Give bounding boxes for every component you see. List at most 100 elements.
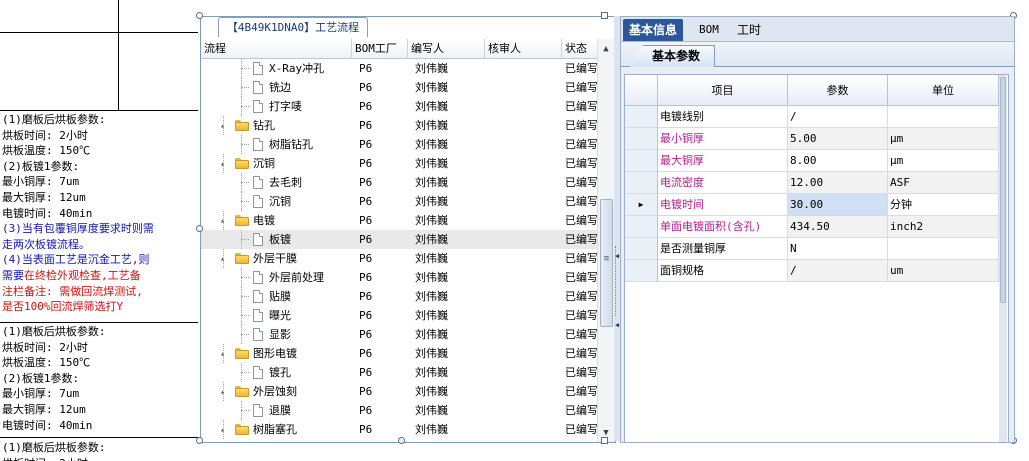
param-value-field[interactable]: 30.00 — [788, 194, 888, 216]
params-grid: 项目 参数 单位 电镀线别 / 最小铜厚 5.00 μm 最大铜厚 8.00 μm 电流密度 12… — [624, 74, 1009, 442]
grid-row[interactable]: 是否测量铜厚 N — [625, 238, 1008, 260]
tree-row[interactable]: 铣边 P6 刘伟巍 已编写 — [201, 78, 599, 97]
tree-row[interactable]: ▴ 电镀 P6 刘伟巍 已编写 — [201, 211, 599, 230]
cell-status: 已编写 — [565, 233, 597, 246]
scroll-up-icon[interactable]: ▲ — [598, 41, 614, 57]
collapse-toggle-icon[interactable]: ▴ — [219, 426, 226, 434]
tree-row[interactable]: 打字唛 P6 刘伟巍 已编写 — [201, 97, 599, 116]
grid-corner[interactable] — [625, 75, 658, 106]
tab-basic-params[interactable]: 基本参数 — [629, 45, 716, 67]
grid-row[interactable]: 单面电镀面积(含孔) 434.50 inch2 — [625, 216, 1008, 238]
tree-node-name: 树脂钻孔 — [269, 138, 313, 151]
resize-handle[interactable] — [196, 225, 203, 232]
grid-row[interactable]: 电流密度 12.00 ASF — [625, 172, 1008, 194]
tree-row[interactable]: 去毛刺 P6 刘伟巍 已编写 — [201, 173, 599, 192]
param-value-field[interactable]: / — [788, 260, 888, 282]
param-item-label: 电镀线别 — [658, 106, 788, 128]
param-item-label: 是否测量铜厚 — [658, 238, 788, 260]
row-header[interactable] — [625, 172, 658, 194]
tree-row[interactable]: X-Ray冲孔 P6 刘伟巍 已编写 — [201, 59, 599, 78]
param-item-label: 最小铜厚 — [658, 128, 788, 150]
resize-handle[interactable] — [196, 12, 203, 19]
param-unit-field[interactable]: 分钟 — [888, 194, 999, 216]
grid-row[interactable]: 面铜规格 / um — [625, 260, 1008, 282]
tree-row[interactable]: 退膜 P6 刘伟巍 已编写 — [201, 401, 599, 420]
resize-handle[interactable] — [601, 437, 608, 444]
tree-row[interactable]: ▴ 外层蚀刻 P6 刘伟巍 已编写 — [201, 382, 599, 401]
param-value-field[interactable]: 434.50 — [788, 216, 888, 238]
row-header[interactable] — [625, 216, 658, 238]
grid-scrollbar[interactable] — [999, 75, 1007, 442]
cell-reviewer — [492, 420, 562, 439]
param-unit-field[interactable]: μm — [888, 150, 999, 172]
tree-row[interactable]: ▴ 图形电镀 P6 刘伟巍 已编写 — [201, 344, 599, 363]
collapse-toggle-icon[interactable]: ▴ — [219, 122, 226, 130]
cell-bom-factory: P6 — [359, 100, 373, 113]
collapse-toggle-icon[interactable]: ▴ — [219, 255, 226, 263]
grid-row[interactable]: 最小铜厚 5.00 μm — [625, 128, 1008, 150]
param-unit-field[interactable]: μm — [888, 128, 999, 150]
tab-bom[interactable]: BOM — [693, 19, 725, 41]
tree-row[interactable]: ▴ 外层干膜 P6 刘伟巍 已编写 — [201, 249, 599, 268]
tree-row[interactable]: 镀孔 P6 刘伟巍 已编写 — [201, 363, 599, 382]
note-line: (1)磨板后烘板参数: — [2, 325, 106, 338]
tree-scrollbar[interactable]: ▲ ▼ — [597, 39, 614, 442]
param-value-field[interactable]: N — [788, 238, 888, 260]
tree-row[interactable]: ▴ 钻孔 P6 刘伟巍 已编写 — [201, 116, 599, 135]
row-header[interactable] — [625, 128, 658, 150]
param-value-field[interactable]: 8.00 — [788, 150, 888, 172]
collapse-toggle-icon[interactable]: ▴ — [219, 217, 226, 225]
tree-row[interactable]: 板镀 P6 刘伟巍 已编写 — [201, 230, 599, 249]
grid-row[interactable]: 最大铜厚 8.00 μm — [625, 150, 1008, 172]
row-header[interactable] — [625, 260, 658, 282]
row-header[interactable] — [625, 238, 658, 260]
note-line: (1)磨板后烘板参数: — [2, 113, 106, 126]
cell-reviewer — [492, 173, 562, 192]
grid-row[interactable]: 电镀线别 / — [625, 106, 1008, 128]
tree-row[interactable]: 显影 P6 刘伟巍 已编写 — [201, 325, 599, 344]
tree-row[interactable]: 曝光 P6 刘伟巍 已编写 — [201, 306, 599, 325]
cell-status: 已编写 — [565, 195, 597, 208]
param-unit-field[interactable] — [888, 106, 999, 128]
grid-row[interactable]: ▶ 电镀时间 30.00 分钟 — [625, 194, 1008, 216]
tab-basic-info[interactable]: 基本信息 — [623, 19, 684, 41]
resize-handle[interactable] — [398, 437, 405, 444]
param-unit-field[interactable]: inch2 — [888, 216, 999, 238]
note-line: 是否100%回流焊筛选打Y — [2, 300, 124, 314]
note-line: 走两次板镀流程。 — [2, 237, 90, 251]
param-value-field[interactable]: / — [788, 106, 888, 128]
tree-guide — [241, 410, 249, 411]
resize-handle[interactable] — [601, 12, 608, 19]
tree-node-name: 沉铜 — [269, 195, 291, 208]
param-unit-field[interactable]: ASF — [888, 172, 999, 194]
note-line: 烘板温度: 150℃ — [2, 144, 91, 158]
tree-row[interactable]: 贴膜 P6 刘伟巍 已编写 — [201, 287, 599, 306]
column-header-value[interactable]: 参数 — [788, 75, 888, 106]
row-header[interactable] — [625, 150, 658, 172]
tree-row[interactable]: 树脂钻孔 P6 刘伟巍 已编写 — [201, 135, 599, 154]
column-header-unit[interactable]: 单位 — [888, 75, 999, 106]
note-block: (1)磨板后烘板参数: 烘板时间: 2小时 烘板温度: 150℃ (2)板镀1参数: 最… — [2, 112, 192, 315]
param-value-field[interactable]: 12.00 — [788, 172, 888, 194]
resize-handle[interactable] — [196, 437, 203, 444]
cell-status: 已编写 — [565, 290, 597, 303]
column-header-item[interactable]: 项目 — [658, 75, 788, 106]
current-row-indicator-icon[interactable]: ▶ — [625, 194, 658, 216]
param-unit-field[interactable] — [888, 238, 999, 260]
scroll-thumb[interactable] — [600, 199, 613, 327]
param-unit-field[interactable]: um — [888, 260, 999, 282]
scroll-thumb[interactable] — [1000, 77, 1006, 303]
tree-row[interactable]: ▴ 沉铜 P6 刘伟巍 已编写 — [201, 154, 599, 173]
collapse-toggle-icon[interactable]: ▴ — [219, 388, 226, 396]
row-header[interactable] — [625, 106, 658, 128]
cell-reviewer — [492, 268, 562, 287]
tree-row[interactable]: 外层前处理 P6 刘伟巍 已编写 — [201, 268, 599, 287]
collapse-toggle-icon[interactable]: ▴ — [219, 350, 226, 358]
tree-row[interactable]: 沉铜 P6 刘伟巍 已编写 — [201, 192, 599, 211]
param-value-field[interactable]: 5.00 — [788, 128, 888, 150]
document-icon — [253, 404, 263, 417]
cell-bom-factory: P6 — [359, 347, 373, 360]
grid-line — [0, 322, 198, 323]
collapse-toggle-icon[interactable]: ▴ — [219, 160, 226, 168]
tab-work-hours[interactable]: 工时 — [731, 19, 767, 41]
